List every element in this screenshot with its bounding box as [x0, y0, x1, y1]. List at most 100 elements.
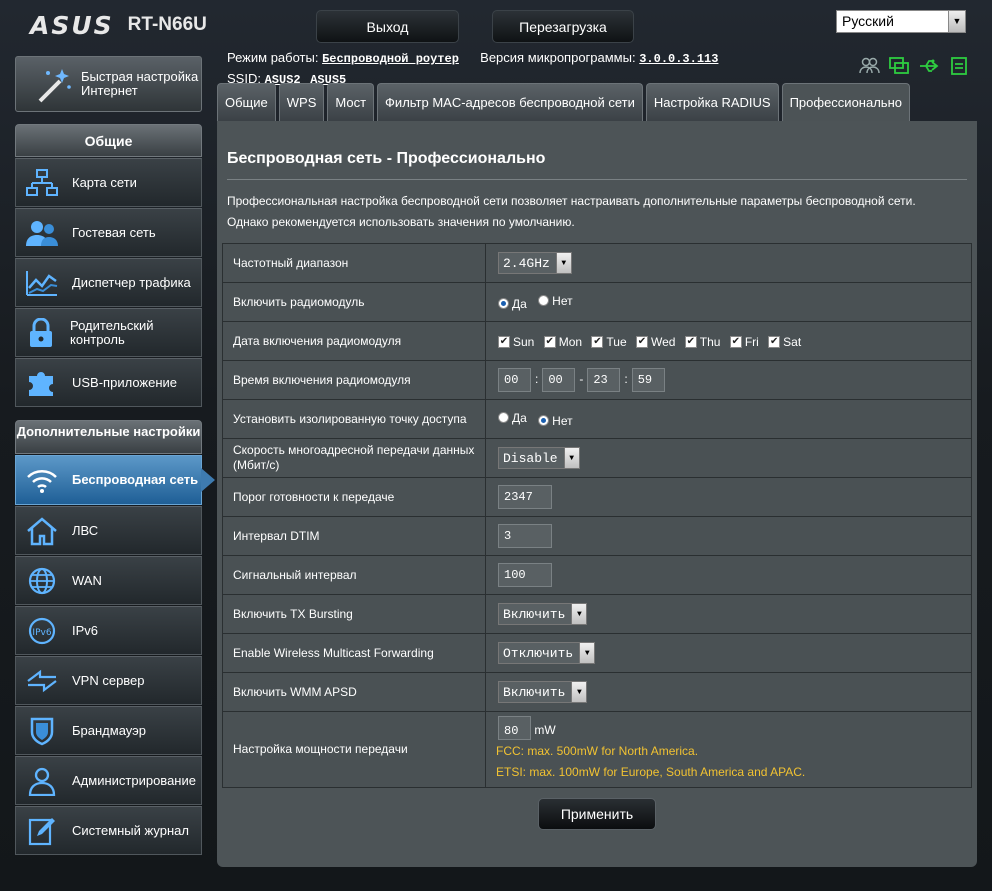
day-checkbox-sun[interactable]: ✔ Sun — [498, 335, 534, 349]
select-value: Отключить — [503, 645, 574, 661]
sidebar-item-ipv6[interactable]: IPv6 IPv6 — [15, 606, 202, 655]
sidebar-item-lan[interactable]: ЛВС — [15, 506, 202, 555]
day-label: Fri — [744, 335, 759, 349]
language-select[interactable]: Русский ▼ — [836, 10, 966, 33]
tx-bursting-select[interactable]: Включить ▼ — [498, 603, 588, 625]
day-checkbox-mon[interactable]: ✔ Mon — [543, 335, 582, 349]
sidebar-item-usb-app[interactable]: USB-приложение — [15, 358, 202, 407]
lock-icon — [24, 317, 58, 349]
sidebar-item-label: Брандмауэр — [72, 722, 146, 738]
check-icon[interactable]: ✔ — [498, 336, 510, 348]
globe-icon — [24, 565, 60, 597]
firmware-link[interactable]: 3.0.0.3.113 — [639, 52, 718, 66]
row-label: Включить радиомодуль — [222, 282, 486, 322]
day-checkbox-tue[interactable]: ✔ Tue — [591, 335, 627, 349]
tab-radius[interactable]: Настройка RADIUS — [645, 83, 779, 121]
sidebar-item-parental-control[interactable]: Родительский контроль — [15, 308, 202, 357]
radio-isolate-yes[interactable]: Да — [498, 411, 527, 425]
tx-power-unit: mW — [534, 723, 556, 737]
radio-label: Да — [512, 410, 527, 425]
row-label: Порог готовности к передаче — [222, 477, 486, 517]
radio-button[interactable] — [498, 298, 509, 309]
sidebar-item-traffic-manager[interactable]: Диспетчер трафика — [15, 258, 202, 307]
sidebar-item-label: USB-приложение — [72, 374, 178, 390]
traffic-manager-icon — [24, 267, 60, 299]
row-label: Интервал DTIM — [222, 516, 486, 556]
language-value: Русский — [842, 13, 894, 29]
page-title: Беспроводная сеть - Профессионально — [227, 150, 546, 167]
edit-document-icon — [24, 815, 60, 847]
radio-button[interactable] — [538, 295, 550, 306]
day-checkbox-fri[interactable]: ✔ Fri — [729, 335, 759, 349]
check-icon[interactable]: ✔ — [768, 336, 781, 348]
sidebar-item-firewall[interactable]: Брандмауэр — [15, 706, 202, 755]
sidebar-item-vpn[interactable]: VPN сервер — [15, 656, 202, 705]
radio-button[interactable] — [498, 412, 509, 423]
table-row: Установить изолированную точку доступа Д… — [222, 399, 972, 439]
check-icon[interactable]: ✔ — [591, 336, 604, 348]
tab-bridge[interactable]: Мост — [327, 83, 375, 121]
apply-button[interactable]: Применить — [538, 798, 656, 830]
rts-threshold-input[interactable]: 2347 — [498, 485, 552, 509]
check-icon[interactable]: ✔ — [729, 336, 742, 348]
tab-professional[interactable]: Профессионально — [781, 83, 910, 121]
sidebar-item-label: Карта сети — [72, 174, 137, 190]
day-label: Sat — [783, 335, 802, 349]
sidebar-item-label: VPN сервер — [72, 672, 145, 688]
clients-icon[interactable] — [858, 56, 880, 76]
tab-bar: Общие WPS Мост Фильтр MAC-адресов беспро… — [217, 83, 910, 121]
logout-button[interactable]: Выход — [316, 10, 459, 43]
page-description: Профессиональная настройка беспроводной … — [227, 191, 916, 233]
main-panel: Беспроводная сеть - Профессионально Проф… — [217, 121, 977, 867]
usb-icon[interactable] — [918, 56, 940, 76]
check-icon[interactable]: ✔ — [684, 336, 697, 348]
home-icon — [24, 515, 60, 547]
tab-wps[interactable]: WPS — [278, 83, 325, 121]
table-row: Дата включения радиомодуля ✔ Sun ✔ Mon ✔ Tu… — [222, 321, 972, 361]
check-icon[interactable]: ✔ — [543, 336, 556, 348]
multicast-rate-select[interactable]: Disable ▼ — [498, 447, 580, 469]
sidebar-item-system-log[interactable]: Системный журнал — [15, 806, 202, 855]
reboot-button[interactable]: Перезагрузка — [492, 10, 634, 43]
beacon-interval-input[interactable]: 100 — [498, 563, 552, 587]
end-minute-input[interactable]: 59 — [631, 368, 665, 392]
chevron-down-icon: ▼ — [948, 11, 965, 32]
table-row: Настройка мощности передачи 80 mW FCC: m… — [222, 711, 972, 788]
tab-mac-filter[interactable]: Фильтр MAC-адресов беспроводной сети — [377, 83, 643, 121]
firmware-label: Версия микропрограммы: — [480, 50, 636, 65]
day-checkbox-thu[interactable]: ✔ Thu — [684, 335, 720, 349]
tx-power-input[interactable]: 80 — [498, 716, 531, 740]
printer-icon[interactable] — [948, 56, 970, 76]
mode-link[interactable]: Беспроводной роутер — [322, 52, 459, 66]
table-row: Включить TX Bursting Включить ▼ — [222, 594, 972, 634]
check-icon[interactable]: ✔ — [635, 336, 648, 348]
quick-setup-button[interactable]: Быстрая настройка Интернет — [15, 56, 202, 112]
wmm-apsd-select[interactable]: Включить ▼ — [498, 681, 588, 703]
multicast-forwarding-select[interactable]: Отключить ▼ — [498, 642, 596, 664]
sidebar-item-administration[interactable]: Администри­рование — [15, 756, 202, 805]
tab-general[interactable]: Общие — [217, 83, 276, 121]
internet-icon[interactable] — [888, 56, 910, 76]
day-checkbox-sat[interactable]: ✔ Sat — [768, 335, 801, 349]
sidebar-item-wireless[interactable]: Беспроводная сеть — [15, 455, 215, 505]
radio-enable-yes[interactable]: Да — [498, 297, 527, 311]
brand-logo: ASUS — [30, 10, 114, 40]
start-minute-input[interactable]: 00 — [542, 368, 576, 392]
day-checkbox-wed[interactable]: ✔ Wed — [635, 335, 675, 349]
band-value: 2.4GHz — [503, 255, 550, 271]
end-hour-input[interactable]: 23 — [587, 368, 621, 392]
radio-label: Нет — [552, 413, 573, 428]
radio-isolate-no[interactable]: Нет — [538, 413, 573, 428]
chevron-down-icon: ▼ — [555, 253, 571, 273]
sidebar-item-guest-network[interactable]: Гостевая сеть — [15, 208, 202, 257]
sidebar-item-network-map[interactable]: Карта сети — [15, 158, 202, 207]
band-select[interactable]: 2.4GHz ▼ — [498, 252, 572, 274]
sidebar-item-wan[interactable]: WAN — [15, 556, 202, 605]
model-name: RT-N66U — [127, 14, 207, 35]
dtim-interval-input[interactable]: 3 — [498, 524, 552, 548]
chevron-down-icon: ▼ — [571, 682, 587, 702]
start-hour-input[interactable]: 00 — [498, 368, 531, 392]
radio-enable-no[interactable]: Нет — [538, 294, 573, 308]
day-label: Sun — [513, 335, 535, 349]
radio-button[interactable] — [538, 415, 550, 426]
